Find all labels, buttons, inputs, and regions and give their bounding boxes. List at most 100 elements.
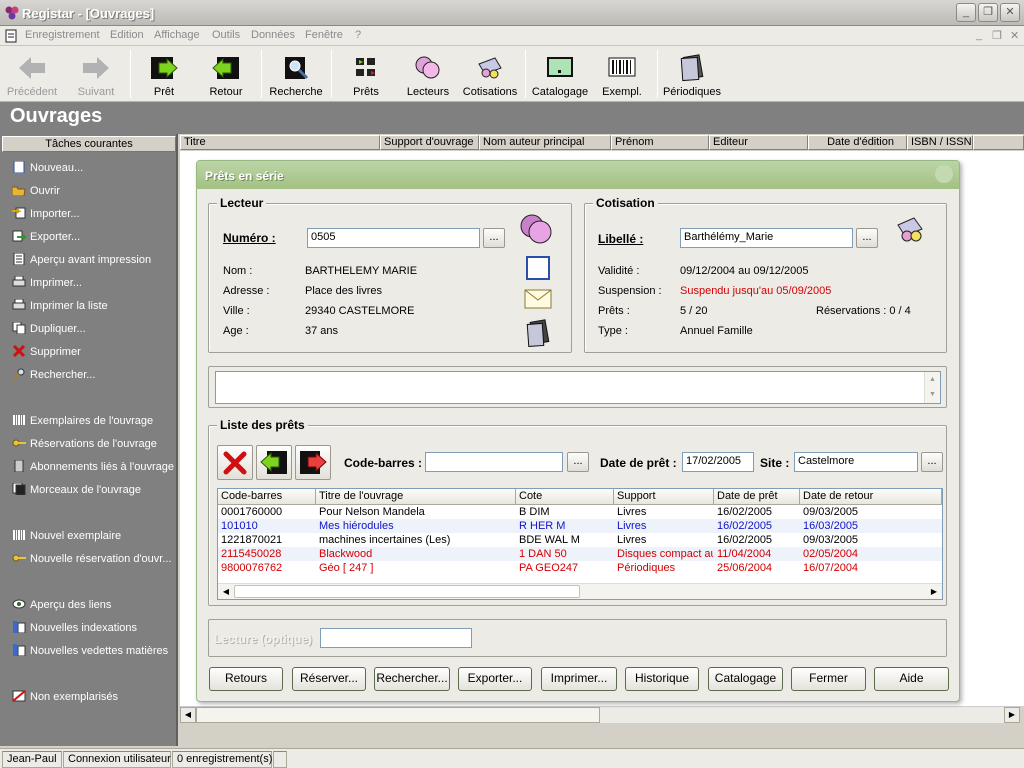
toolbar-copies-button[interactable]: Exempl. bbox=[596, 48, 648, 100]
column-header-isbn[interactable]: ISBN / ISSN bbox=[907, 135, 973, 150]
renew-loan-button[interactable] bbox=[295, 445, 331, 480]
menu-donnees[interactable]: Données bbox=[251, 29, 295, 41]
return-loan-button[interactable] bbox=[256, 445, 292, 480]
sidebar-item-new-copy[interactable]: Nouvel exemplaire bbox=[12, 528, 121, 546]
grid-scroll-thumb[interactable] bbox=[234, 585, 580, 598]
toolbar-catalog-button[interactable]: Catalogage bbox=[530, 48, 590, 100]
toolbar-search-button[interactable]: Recherche bbox=[266, 48, 326, 100]
scroll-thumb[interactable] bbox=[196, 707, 600, 723]
libelle-input[interactable]: Barthélémy_Marie bbox=[680, 228, 853, 248]
menu-edition[interactable]: Edition bbox=[110, 29, 144, 41]
menu-help[interactable]: ? bbox=[355, 29, 361, 41]
menu-outils[interactable]: Outils bbox=[212, 29, 240, 41]
sidebar-item-delete[interactable]: Supprimer bbox=[12, 344, 81, 362]
grid-scroll-left[interactable]: ◀ bbox=[218, 584, 234, 599]
toolbar-loans-button[interactable]: Prêts bbox=[340, 48, 392, 100]
grid-header-cote[interactable]: Cote bbox=[516, 489, 614, 505]
close-button[interactable]: ✕ bbox=[1000, 3, 1020, 22]
catalogage-button[interactable]: Catalogage bbox=[708, 667, 783, 691]
sidebar-item-copies-of-work[interactable]: Exemplaires de l'ouvrage bbox=[12, 413, 153, 431]
menu-enregistrement[interactable]: Enregistrement bbox=[25, 29, 100, 41]
menu-fenetre[interactable]: Fenêtre bbox=[305, 29, 343, 41]
column-header-editeur[interactable]: Editeur bbox=[709, 135, 808, 150]
sidebar-item-not-copied[interactable]: Non exemplarisés bbox=[12, 689, 118, 707]
toolbar-separator bbox=[130, 50, 131, 98]
message-textarea[interactable]: ▲ ▼ bbox=[215, 371, 941, 404]
sidebar-item-import[interactable]: Importer... bbox=[12, 206, 80, 224]
grid-header-dateretour[interactable]: Date de retour bbox=[800, 489, 942, 505]
grid-header-titre[interactable]: Titre de l'ouvrage bbox=[316, 489, 516, 505]
rechercher-button[interactable]: Rechercher... bbox=[374, 667, 450, 691]
sidebar-item-search[interactable]: Rechercher... bbox=[12, 367, 95, 385]
cancel-loan-button[interactable] bbox=[217, 445, 253, 480]
mdi-restore-button[interactable]: ❐ bbox=[992, 29, 1002, 42]
toolbar-previous-button[interactable]: Précédent bbox=[4, 48, 60, 100]
sidebar-item-print[interactable]: Imprimer... bbox=[12, 275, 82, 293]
table-row[interactable]: 1221870021 machines incertaines (Les) BD… bbox=[218, 533, 942, 547]
sidebar-item-links-preview[interactable]: Aperçu des liens bbox=[12, 597, 111, 615]
datepret-input[interactable]: 17/02/2005 bbox=[682, 452, 754, 472]
grid-header-codebarres[interactable]: Code-barres bbox=[218, 489, 316, 505]
numero-input[interactable]: 0505 bbox=[307, 228, 480, 248]
column-header-date-edition[interactable]: Date d'édition bbox=[808, 135, 907, 150]
sidebar-item-linked-subscriptions[interactable]: Abonnements liés à l'ouvrage bbox=[12, 459, 174, 477]
imprimer-button[interactable]: Imprimer... bbox=[541, 667, 617, 691]
main-horizontal-scrollbar[interactable]: ◀ ▶ bbox=[180, 706, 1020, 723]
codebarres-browse-button[interactable]: ... bbox=[567, 452, 589, 472]
toolbar-subscriptions-button[interactable]: Cotisations bbox=[460, 48, 520, 100]
grid-header-datepret[interactable]: Date de prêt bbox=[714, 489, 800, 505]
column-header-titre[interactable]: Titre bbox=[180, 135, 380, 150]
toolbar-next-button[interactable]: Suivant bbox=[68, 48, 124, 100]
scroll-left-button[interactable]: ◀ bbox=[180, 707, 196, 723]
mdi-close-button[interactable]: ✕ bbox=[1010, 29, 1019, 42]
sidebar-item-new-reservation[interactable]: Nouvelle réservation d'ouvr... bbox=[12, 551, 172, 569]
sidebar-item-pieces-of-work[interactable]: Morceaux de l'ouvrage bbox=[12, 482, 141, 500]
new-reader-icon[interactable] bbox=[525, 255, 551, 281]
exporter-button[interactable]: Exporter... bbox=[458, 667, 532, 691]
sidebar-item-new-subject-headings[interactable]: Nouvelles vedettes matières bbox=[12, 643, 168, 661]
retours-button[interactable]: Retours bbox=[209, 667, 283, 691]
sidebar-item-print-preview[interactable]: Aperçu avant impression bbox=[12, 252, 151, 270]
site-input[interactable]: Castelmore bbox=[794, 452, 918, 472]
minimize-button[interactable]: _ bbox=[956, 3, 976, 22]
historique-button[interactable]: Historique bbox=[625, 667, 699, 691]
codebarres-input[interactable] bbox=[425, 452, 563, 472]
sidebar-item-new-indexations[interactable]: Nouvelles indexations bbox=[12, 620, 137, 638]
fermer-button[interactable]: Fermer bbox=[791, 667, 866, 691]
periodicals-icon[interactable] bbox=[522, 318, 554, 350]
aide-button[interactable]: Aide bbox=[874, 667, 949, 691]
dialog-close-button[interactable] bbox=[935, 165, 953, 183]
sidebar-item-new[interactable]: Nouveau... bbox=[12, 160, 83, 178]
toolbar-readers-button[interactable]: Lecteurs bbox=[400, 48, 456, 100]
subscription-icon bbox=[14, 460, 24, 472]
toolbar-return-button[interactable]: Retour bbox=[200, 48, 252, 100]
envelope-icon[interactable] bbox=[524, 289, 552, 309]
numero-browse-button[interactable]: ... bbox=[483, 228, 505, 248]
toolbar-loan-button[interactable]: Prêt bbox=[138, 48, 190, 100]
libelle-browse-button[interactable]: ... bbox=[856, 228, 878, 248]
sidebar-item-export[interactable]: Exporter... bbox=[12, 229, 80, 247]
reserver-button[interactable]: Réserver... bbox=[292, 667, 366, 691]
sidebar-item-print-list[interactable]: Imprimer la liste bbox=[12, 298, 108, 316]
scroll-right-button[interactable]: ▶ bbox=[1004, 707, 1020, 723]
column-header-prenom[interactable]: Prénom bbox=[611, 135, 709, 150]
toolbar-periodicals-button[interactable]: Périodiques bbox=[662, 48, 722, 100]
column-header-support[interactable]: Support d'ouvrage bbox=[380, 135, 479, 150]
menu-affichage[interactable]: Affichage bbox=[154, 29, 200, 41]
grid-header-support[interactable]: Support bbox=[614, 489, 714, 505]
sidebar-item-duplicate[interactable]: Dupliquer... bbox=[12, 321, 86, 339]
grid-scroll-right[interactable]: ▶ bbox=[926, 584, 942, 599]
table-row[interactable]: 2115450028 Blackwood 1 DAN 50 Disques co… bbox=[218, 547, 942, 561]
column-header-author[interactable]: Nom auteur principal bbox=[479, 135, 611, 150]
sidebar-item-reservations-of-work[interactable]: Réservations de l'ouvrage bbox=[12, 436, 157, 454]
site-browse-button[interactable]: ... bbox=[921, 452, 943, 472]
maximize-button[interactable]: ❐ bbox=[978, 3, 998, 22]
grid-horizontal-scrollbar[interactable]: ◀ ▶ bbox=[218, 583, 942, 599]
table-row[interactable]: 0001760000 Pour Nelson Mandela B DIM Liv… bbox=[218, 505, 942, 519]
sidebar-item-open[interactable]: Ouvrir bbox=[12, 183, 60, 201]
mdi-minimize-button[interactable]: _ bbox=[976, 29, 982, 41]
message-scrollbar[interactable]: ▲ ▼ bbox=[924, 372, 940, 403]
table-row[interactable]: 9800076762 Géo [ 247 ] PA GEO247 Périodi… bbox=[218, 561, 942, 575]
table-row[interactable]: 101010 Mes hiérodules R HER M Livres 16/… bbox=[218, 519, 942, 533]
optical-reading-input[interactable] bbox=[320, 628, 472, 648]
